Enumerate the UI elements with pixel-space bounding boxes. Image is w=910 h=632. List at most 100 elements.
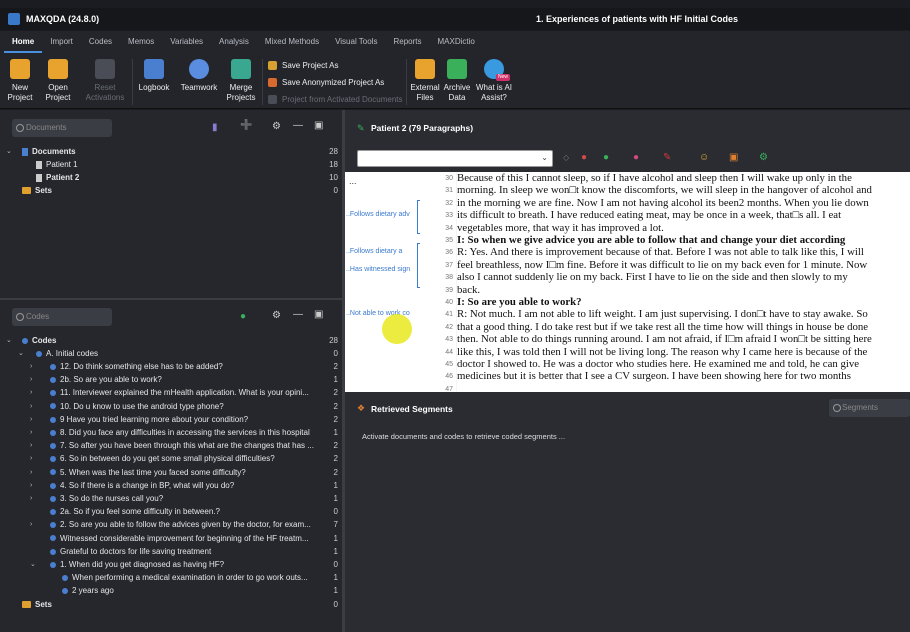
tab-memos[interactable]: Memos bbox=[120, 31, 162, 53]
maximize-icon[interactable]: ▣ bbox=[314, 309, 323, 320]
project-from-activated-button[interactable]: Project from Activated Documents bbox=[268, 95, 403, 104]
chevron-down-icon[interactable]: ⌄ bbox=[30, 558, 36, 571]
archive-data-button[interactable]: Archive Data bbox=[442, 59, 472, 103]
code-item[interactable]: Witnessed considerable improvement for b… bbox=[0, 532, 340, 545]
new-code-icon[interactable]: ● bbox=[240, 311, 246, 322]
document-item[interactable]: Patient 2 10 bbox=[0, 171, 340, 184]
diamond-icon[interactable]: ◇ bbox=[563, 153, 569, 162]
save-anonymized-button[interactable]: Save Anonymized Project As bbox=[268, 78, 384, 87]
edit-icon[interactable]: ✎ bbox=[357, 123, 365, 134]
code-in-vivo-icon[interactable]: ● bbox=[603, 152, 609, 163]
tab-variables[interactable]: Variables bbox=[162, 31, 211, 53]
code-item[interactable]: ⌄ 1. When did you get diagnosed as having… bbox=[0, 558, 340, 571]
chevron-right-icon[interactable]: › bbox=[30, 492, 32, 505]
merge-projects-button[interactable]: Merge Projects bbox=[224, 59, 258, 103]
tab-home[interactable]: Home bbox=[4, 31, 43, 53]
open-project-button[interactable]: Open Project bbox=[42, 59, 74, 103]
code-icon bbox=[50, 548, 56, 555]
code-item[interactable]: When performing a medical examination in… bbox=[0, 571, 340, 584]
code-with-color-icon[interactable]: ● bbox=[581, 152, 587, 163]
document-icon[interactable]: ▮ bbox=[212, 122, 218, 133]
text-line: then. Not able to do things running arou… bbox=[457, 333, 872, 346]
text-line: feel breathless, now I□m fine. Before it… bbox=[457, 258, 868, 271]
code-stripe-label[interactable]: ..Follows dietary a bbox=[346, 248, 402, 255]
external-files-button[interactable]: External Files bbox=[409, 59, 441, 103]
segments-search-input[interactable]: Segments bbox=[829, 399, 910, 417]
code-item[interactable]: › 8. Did you face any difficulties in acc… bbox=[0, 426, 340, 439]
code-sets[interactable]: Sets 0 bbox=[0, 598, 340, 611]
chevron-right-icon[interactable]: › bbox=[30, 426, 32, 439]
memo-icon[interactable]: ▣ bbox=[729, 152, 738, 163]
settings-icon[interactable]: ⚙ bbox=[759, 152, 768, 163]
highlight-icon[interactable]: ✎ bbox=[663, 152, 671, 163]
code-group[interactable]: ⌄ A. Initial codes 0 bbox=[0, 347, 340, 360]
code-item[interactable]: › 3. So do the nurses call you? 1 bbox=[0, 492, 340, 505]
minimize-icon[interactable]: — bbox=[293, 120, 303, 131]
codes-search-input[interactable]: Codes bbox=[12, 308, 112, 326]
tab-visual-tools[interactable]: Visual Tools bbox=[327, 31, 385, 53]
code-item[interactable]: › 10. Do u know to use the android type p… bbox=[0, 400, 340, 413]
gear-icon[interactable]: ⚙ bbox=[272, 121, 281, 132]
add-icon[interactable]: ➕ bbox=[240, 120, 252, 131]
smiley-icon[interactable]: ☺ bbox=[699, 152, 709, 163]
gear-icon[interactable]: ⚙ bbox=[272, 310, 281, 321]
tab-import[interactable]: Import bbox=[42, 31, 81, 53]
paragraph-dropdown[interactable]: ⌄ bbox=[357, 150, 553, 167]
chevron-down-icon[interactable]: ⌄ bbox=[18, 347, 24, 360]
panel-divider[interactable] bbox=[0, 298, 342, 300]
emoticode-icon[interactable]: ● bbox=[633, 152, 639, 163]
chevron-right-icon[interactable]: › bbox=[30, 400, 32, 413]
chevron-right-icon[interactable]: › bbox=[30, 439, 32, 452]
logbook-button[interactable]: Logbook bbox=[136, 59, 172, 93]
code-item[interactable]: › 7. So after you have been through this … bbox=[0, 439, 340, 452]
chevron-right-icon[interactable]: › bbox=[30, 413, 32, 426]
coding-bracket[interactable] bbox=[417, 200, 420, 234]
code-item[interactable]: › 9 Have you tried learning more about yo… bbox=[0, 413, 340, 426]
reset-activations-button[interactable]: Reset Activations bbox=[84, 59, 126, 103]
chevron-right-icon[interactable]: › bbox=[30, 373, 32, 386]
code-item[interactable]: › 4. So if there is a change in BP, what … bbox=[0, 479, 340, 492]
teamwork-button[interactable]: Teamwork bbox=[178, 59, 220, 93]
documents-search-input[interactable]: Documents bbox=[12, 119, 112, 137]
minimize-icon[interactable]: — bbox=[293, 309, 303, 320]
new-project-button[interactable]: New Project bbox=[6, 59, 34, 103]
project-title: 1. Experiences of patients with HF Initi… bbox=[536, 14, 739, 24]
code-item[interactable]: 2 years ago 1 bbox=[0, 584, 340, 597]
chevron-right-icon[interactable]: › bbox=[30, 518, 32, 531]
line-number: 30 bbox=[445, 175, 453, 182]
code-stripe-label[interactable]: ..Follows dietary adv bbox=[346, 211, 410, 218]
code-item[interactable]: › 11. Interviewer explained the mHealth a… bbox=[0, 386, 340, 399]
chevron-down-icon[interactable]: ⌄ bbox=[6, 334, 12, 347]
code-item[interactable]: › 5. When was the last time you faced som… bbox=[0, 466, 340, 479]
tab-maxdictio[interactable]: MAXDictio bbox=[430, 31, 483, 53]
chevron-down-icon: ⌄ bbox=[541, 153, 548, 162]
code-item[interactable]: › 2b. So are you able to work? 1 bbox=[0, 373, 340, 386]
document-item[interactable]: Patient 1 18 bbox=[0, 158, 340, 171]
maximize-icon[interactable]: ▣ bbox=[314, 120, 323, 131]
save-project-as-button[interactable]: Save Project As bbox=[268, 61, 338, 70]
chevron-right-icon[interactable]: › bbox=[30, 452, 32, 465]
ai-assist-button[interactable]: New What is AI Assist? bbox=[476, 59, 512, 103]
tab-analysis[interactable]: Analysis bbox=[211, 31, 257, 53]
document-text[interactable]: Because of this I cannot sleep, so if I … bbox=[457, 172, 910, 392]
tab-mixed-methods[interactable]: Mixed Methods bbox=[257, 31, 327, 53]
codes-root[interactable]: ⌄ Codes 28 bbox=[0, 334, 340, 347]
more-icon[interactable]: ... bbox=[349, 176, 357, 186]
code-item[interactable]: 2a. So if you feel some difficulty in be… bbox=[0, 505, 340, 518]
code-stripe-label[interactable]: ..Has witnessed sign bbox=[346, 266, 410, 273]
coding-bracket[interactable] bbox=[417, 243, 420, 288]
code-item[interactable]: › 6. So in between do you get some small … bbox=[0, 452, 340, 465]
documents-root[interactable]: ⌄ Documents 28 bbox=[0, 145, 340, 158]
code-item[interactable]: › 12. Do think something else has to be a… bbox=[0, 360, 340, 373]
chevron-right-icon[interactable]: › bbox=[30, 360, 32, 373]
chevron-right-icon[interactable]: › bbox=[30, 386, 32, 399]
document-sets[interactable]: Sets 0 bbox=[0, 184, 340, 197]
chevron-right-icon[interactable]: › bbox=[30, 466, 32, 479]
new-badge: New bbox=[495, 74, 510, 81]
tab-codes[interactable]: Codes bbox=[81, 31, 120, 53]
chevron-down-icon[interactable]: ⌄ bbox=[6, 145, 12, 158]
chevron-right-icon[interactable]: › bbox=[30, 479, 32, 492]
tab-reports[interactable]: Reports bbox=[385, 31, 429, 53]
code-item[interactable]: Grateful to doctors for life saving trea… bbox=[0, 545, 340, 558]
code-item[interactable]: › 2. So are you able to follow the advice… bbox=[0, 518, 340, 531]
